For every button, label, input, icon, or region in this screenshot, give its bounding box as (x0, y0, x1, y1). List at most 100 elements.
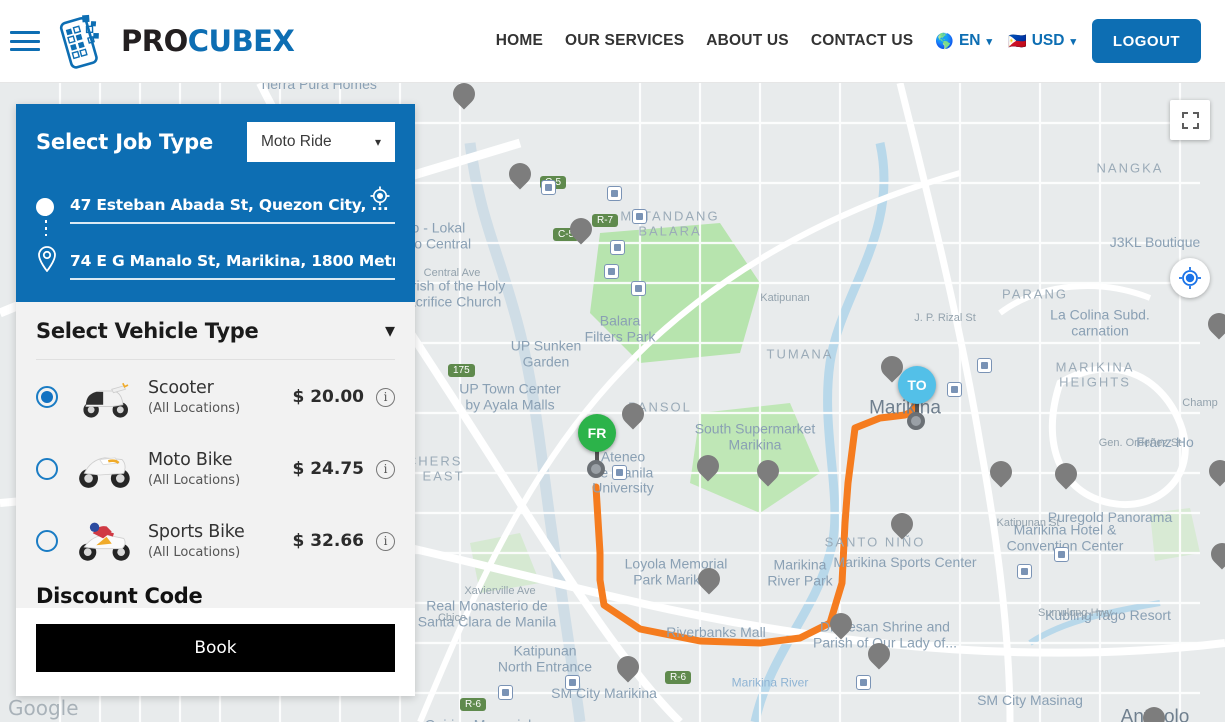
job-type-section: Select Job Type Moto Ride ▾ (16, 104, 415, 302)
map-poi-pin[interactable] (1050, 458, 1082, 493)
transit-stop-icon[interactable] (947, 382, 962, 397)
site-header: PROCUBEX HOME OUR SERVICES ABOUT US CONT… (0, 0, 1225, 83)
to-marker-label: TO (898, 366, 936, 404)
dropoff-input[interactable] (70, 252, 395, 280)
map-label: SM City Masinag (977, 692, 1083, 709)
transit-stop-icon[interactable] (1054, 547, 1069, 562)
booking-panel: Select Job Type Moto Ride ▾ 47 Esteban A… (16, 104, 415, 696)
google-watermark: Google (8, 696, 79, 720)
transit-stop-icon[interactable] (541, 180, 556, 195)
map-poi-pin[interactable] (863, 638, 895, 673)
chevron-down-icon: ▾ (374, 135, 381, 149)
map-poi-pin[interactable] (886, 508, 918, 543)
map-label: PARANG (1002, 286, 1068, 302)
map-poi-pin[interactable] (692, 450, 724, 485)
language-selector[interactable]: 🌎 EN ▾ (935, 32, 992, 50)
transit-stop-icon[interactable] (607, 186, 622, 201)
vehicle-radio[interactable] (36, 458, 58, 480)
map-label: La Colina Subd. carnation (1050, 306, 1150, 338)
vehicle-price: $ 24.75 (292, 459, 364, 479)
vehicle-radio[interactable] (36, 386, 58, 408)
transit-stop-icon[interactable] (977, 358, 992, 373)
map-poi-pin[interactable] (825, 608, 857, 643)
map-label: Gen. Ordeñez St (1098, 436, 1182, 449)
map-label: Tierra Pura Homes (259, 83, 377, 93)
map-poi-pin[interactable] (565, 213, 597, 248)
currency-selector[interactable]: 🇵🇭 USD ▾ (1008, 32, 1076, 50)
vehicle-type-header[interactable]: Select Vehicle Type ▾ (36, 302, 395, 360)
job-type-row: Select Job Type Moto Ride ▾ (36, 122, 395, 162)
vehicle-price: $ 32.66 (292, 531, 364, 551)
map-poi-pin[interactable] (1203, 308, 1225, 343)
globe-icon: 🌎 (935, 32, 954, 50)
vehicle-list: Scooter (All Locations) $ 20.00 i Moto Bike (… (36, 360, 395, 576)
vehicle-option-moto-bike[interactable]: Moto Bike (All Locations) $ 24.75 i (36, 432, 395, 504)
vehicle-name: Sports Bike (148, 522, 245, 542)
transit-stop-icon[interactable] (565, 675, 580, 690)
transit-stop-icon[interactable] (632, 209, 647, 224)
map-label: Katipunan North Entrance (497, 642, 593, 674)
map-label: Katipunan (760, 291, 810, 304)
logo-text-pro: PRO (121, 24, 188, 58)
map-poi-pin[interactable] (504, 158, 536, 193)
transit-stop-icon[interactable] (610, 240, 625, 255)
map-poi-pin[interactable] (1138, 702, 1170, 722)
map-poi-pin[interactable] (752, 455, 784, 490)
map-label: Puregold Panorama (1047, 509, 1173, 526)
map-label: UP Town Center by Ayala Malls (459, 380, 561, 412)
job-type-selected-value: Moto Ride (261, 133, 332, 150)
vehicle-option-sports-bike[interactable]: Sports Bike (All Locations) $ 32.66 i (36, 504, 395, 576)
procubex-cube-icon (54, 13, 110, 69)
vehicle-availability: (All Locations) (148, 401, 241, 416)
book-button[interactable]: Book (36, 624, 395, 672)
vehicle-option-scooter[interactable]: Scooter (All Locations) $ 20.00 i (36, 360, 395, 432)
hamburger-icon[interactable] (10, 29, 40, 53)
info-icon[interactable]: i (376, 531, 395, 551)
nav-item-home[interactable]: HOME (496, 32, 543, 50)
hamburger-bar (10, 48, 40, 51)
map-poi-pin[interactable] (1204, 455, 1225, 490)
transit-stop-icon[interactable] (1017, 564, 1032, 579)
origin-dot-icon (36, 198, 70, 224)
map-label: Katipunan St (996, 516, 1060, 529)
flag-icon: 🇵🇭 (1008, 32, 1027, 50)
brand-logo[interactable]: PROCUBEX (54, 13, 295, 69)
chevron-down-icon: ▾ (1070, 35, 1076, 48)
route-shield: R-6 (665, 671, 692, 684)
map-poi-pin[interactable] (448, 83, 480, 113)
pickup-input[interactable] (70, 196, 395, 224)
transit-stop-icon[interactable] (631, 281, 646, 296)
vehicle-info: Scooter (All Locations) (148, 378, 292, 416)
nav-item-about-us[interactable]: ABOUT US (706, 32, 789, 50)
logo-wordmark: PROCUBEX (121, 24, 295, 58)
hamburger-bar (10, 31, 40, 34)
transit-stop-icon[interactable] (612, 465, 627, 480)
my-location-icon[interactable] (1170, 258, 1210, 298)
map-poi-pin[interactable] (617, 398, 649, 433)
dropoff-row (36, 238, 395, 280)
info-icon[interactable]: i (376, 459, 395, 479)
chevron-down-icon: ▾ (986, 35, 993, 48)
map-poi-pin[interactable] (612, 651, 644, 686)
nav-item-our-services[interactable]: OUR SERVICES (565, 32, 684, 50)
info-icon[interactable]: i (376, 387, 395, 407)
logout-button[interactable]: LOGOUT (1092, 19, 1201, 63)
job-type-select[interactable]: Moto Ride ▾ (247, 122, 395, 162)
transit-stop-icon[interactable] (498, 685, 513, 700)
map-label: Champ (1182, 396, 1218, 409)
map-poi-pin[interactable] (1206, 538, 1225, 573)
crosshair-locate-icon[interactable] (369, 185, 391, 212)
map-label: NANGKA (1096, 160, 1164, 176)
map-poi-pin[interactable] (693, 563, 725, 598)
sportsbike-image (74, 518, 134, 564)
app-root: PROCUBEX HOME OUR SERVICES ABOUT US CONT… (0, 0, 1225, 722)
map-poi-pin[interactable] (985, 456, 1017, 491)
from-marker-label: FR (578, 414, 616, 452)
transit-stop-icon[interactable] (604, 264, 619, 279)
motobike-image (74, 446, 134, 492)
transit-stop-icon[interactable] (856, 675, 871, 690)
nav-item-contact-us[interactable]: CONTACT US (811, 32, 913, 50)
fullscreen-icon[interactable] (1170, 100, 1210, 140)
chevron-down-icon[interactable]: ▾ (385, 321, 395, 341)
vehicle-radio[interactable] (36, 530, 58, 552)
